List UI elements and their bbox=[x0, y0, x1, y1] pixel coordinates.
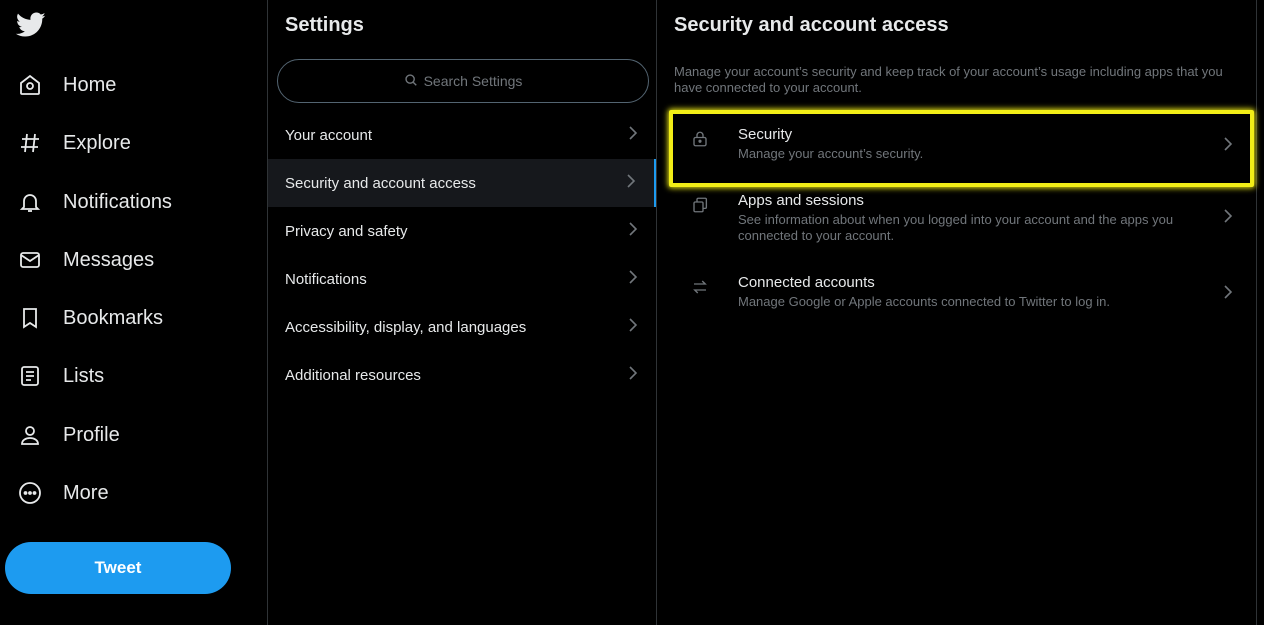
bell-icon bbox=[17, 189, 43, 215]
detail-item-title: Apps and sessions bbox=[738, 192, 864, 209]
detail-item-title: Connected accounts bbox=[738, 274, 875, 291]
search-input[interactable]: Search Settings bbox=[277, 59, 649, 103]
chevron-right-icon bbox=[1223, 208, 1233, 229]
main-nav: Home Explore Notifications Messages Book… bbox=[0, 0, 268, 625]
chevron-right-icon bbox=[628, 221, 638, 241]
chevron-right-icon bbox=[1223, 284, 1233, 305]
settings-title: Settings bbox=[285, 14, 364, 36]
envelope-icon bbox=[17, 247, 43, 273]
detail-title: Security and account access bbox=[674, 14, 949, 36]
copy-icon bbox=[689, 195, 711, 215]
search-placeholder: Search Settings bbox=[423, 73, 523, 89]
settings-item-label: Privacy and safety bbox=[285, 222, 408, 240]
nav-label: Profile bbox=[63, 423, 120, 446]
settings-item-your-account[interactable]: Your account bbox=[268, 111, 656, 159]
nav-profile[interactable]: Profile bbox=[0, 409, 240, 461]
nav-bookmarks[interactable]: Bookmarks bbox=[0, 292, 240, 344]
chevron-right-icon bbox=[628, 269, 638, 289]
chevron-right-icon bbox=[628, 125, 638, 145]
hashtag-icon bbox=[17, 130, 43, 156]
settings-item-label: Notifications bbox=[285, 270, 367, 288]
nav-label: Bookmarks bbox=[63, 306, 164, 329]
detail-item-subtitle: See information about when you logged in… bbox=[738, 212, 1174, 243]
detail-description: Manage your account’s security and keep … bbox=[674, 64, 1223, 95]
settings-item-security-and-account-access[interactable]: Security and account access bbox=[268, 159, 656, 207]
chevron-right-icon bbox=[628, 317, 638, 337]
nav-lists[interactable]: Lists bbox=[0, 350, 240, 402]
nav-more[interactable]: More bbox=[0, 467, 240, 519]
tweet-button[interactable]: Tweet bbox=[5, 542, 231, 594]
settings-item-privacy-and-safety[interactable]: Privacy and safety bbox=[268, 207, 656, 255]
nav-label: Lists bbox=[63, 364, 105, 387]
nav-messages[interactable]: Messages bbox=[0, 234, 240, 286]
nav-explore[interactable]: Explore bbox=[0, 117, 240, 169]
settings-item-label: Your account bbox=[285, 126, 373, 144]
nav-home[interactable]: Home bbox=[0, 59, 240, 111]
nav-label: Notifications bbox=[63, 190, 172, 213]
highlight-box bbox=[669, 110, 1254, 187]
nav-label: More bbox=[63, 481, 109, 504]
settings-item-notifications[interactable]: Notifications bbox=[268, 255, 656, 303]
swap-arrows-icon bbox=[689, 277, 711, 297]
chevron-right-icon bbox=[626, 173, 636, 193]
settings-item-label: Accessibility, display, and languages bbox=[285, 318, 527, 336]
settings-panel: Settings Search Settings Your account Se… bbox=[268, 0, 657, 625]
home-icon bbox=[17, 72, 43, 98]
bookmark-icon bbox=[17, 305, 43, 331]
search-icon bbox=[404, 73, 424, 90]
nav-notifications[interactable]: Notifications bbox=[0, 176, 240, 228]
nav-label: Home bbox=[63, 73, 117, 96]
more-circle-icon bbox=[17, 480, 43, 506]
settings-item-accessibility[interactable]: Accessibility, display, and languages bbox=[268, 303, 656, 351]
detail-item-subtitle: Manage Google or Apple accounts connecte… bbox=[738, 294, 1110, 309]
detail-item-connected-accounts[interactable]: Connected accounts Manage Google or Appl… bbox=[669, 274, 1253, 324]
list-icon bbox=[17, 363, 43, 389]
settings-item-label: Additional resources bbox=[285, 366, 421, 384]
detail-panel: Security and account access Manage your … bbox=[657, 0, 1257, 625]
settings-item-label: Security and account access bbox=[285, 174, 476, 192]
nav-label: Explore bbox=[63, 131, 131, 154]
settings-item-additional-resources[interactable]: Additional resources bbox=[268, 351, 656, 399]
detail-item-apps-and-sessions[interactable]: Apps and sessions See information about … bbox=[669, 192, 1253, 256]
chevron-right-icon bbox=[628, 365, 638, 385]
person-icon bbox=[17, 422, 43, 448]
twitter-bird-icon[interactable] bbox=[15, 12, 46, 38]
nav-label: Messages bbox=[63, 248, 155, 271]
